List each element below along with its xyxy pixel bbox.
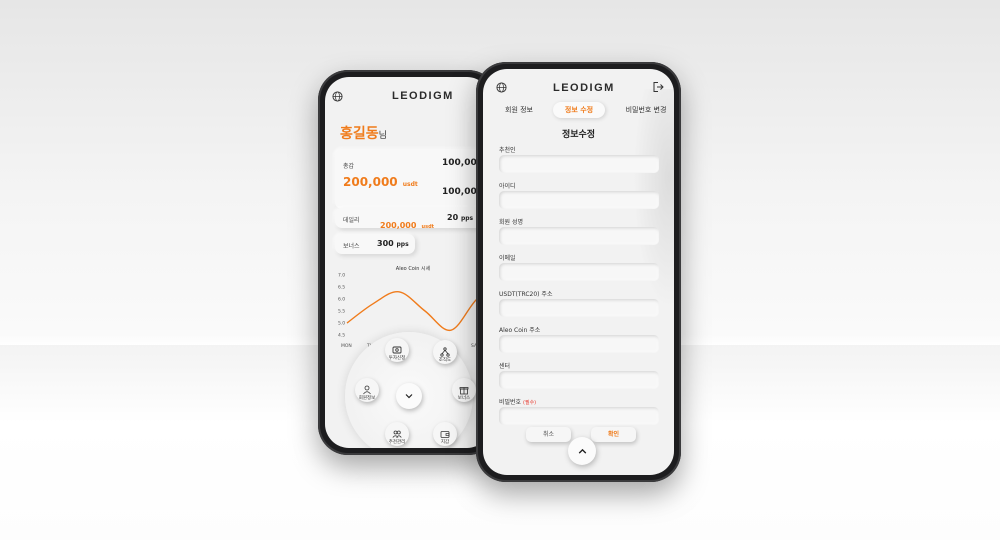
bonus-value-line: 300 pps bbox=[377, 239, 409, 248]
field-label-password: 비밀번호 (필수) bbox=[499, 397, 536, 406]
daily-pps-line: 20 pps bbox=[447, 213, 473, 222]
total-balance-card: 총갑 200,000 usdt 투자 100,000 u 100,000 u bbox=[335, 149, 491, 209]
daily-card: 데일리 200,000 usdt 20 pps bbox=[335, 208, 491, 230]
menu-org-label: 조직도 bbox=[438, 358, 452, 363]
required-badge: (필수) bbox=[523, 400, 537, 406]
chevron-down-icon bbox=[405, 394, 413, 399]
daily-pps-unit: pps bbox=[460, 215, 474, 222]
daily-pps: 20 bbox=[447, 213, 459, 222]
dashboard-phone: LEODIGM 홍길동님 총갑 200,000 usdt 투자 100,000 … bbox=[318, 70, 498, 455]
email-input[interactable] bbox=[499, 263, 659, 281]
chart-title: Aleo Coin 시세 bbox=[396, 265, 431, 272]
org-chart-icon bbox=[440, 347, 450, 357]
user-icon bbox=[363, 385, 371, 395]
x-tick-label: MON bbox=[341, 343, 352, 349]
y-tick-label: 5.5 bbox=[338, 309, 345, 315]
field-label-center: 센터 bbox=[499, 363, 511, 370]
bonus-value: 300 bbox=[377, 239, 394, 248]
daily-value-line: 200,000 usdt bbox=[380, 213, 434, 232]
price-series-line bbox=[346, 288, 491, 331]
field-label-usdt: USDT(TRC20) 주소 bbox=[499, 291, 553, 298]
usdt-address-input[interactable] bbox=[499, 299, 659, 317]
menu-member-label: 회원정보 bbox=[358, 396, 376, 401]
dashboard-screen: LEODIGM 홍길동님 총갑 200,000 usdt 투자 100,000 … bbox=[325, 77, 491, 448]
profile-screen: LEODIGM 회원 정보 정보 수정 비밀번호 변경 정보수정 추천인 아이디… bbox=[483, 69, 674, 475]
radial-menu: 투자신청 조직도 회원정보 보너스 추천관리 지갑 bbox=[345, 332, 476, 448]
globe-icon[interactable] bbox=[496, 82, 507, 93]
bonus-unit: pps bbox=[396, 241, 409, 248]
invest-icon bbox=[392, 346, 402, 354]
id-input[interactable] bbox=[499, 191, 659, 209]
logout-icon[interactable] bbox=[652, 81, 664, 93]
daily-value: 200,000 bbox=[380, 221, 417, 230]
confirm-button[interactable]: 확인 bbox=[591, 427, 636, 442]
honorific: 님 bbox=[378, 131, 387, 141]
field-label-name: 회원 성명 bbox=[499, 219, 523, 226]
menu-bonus-label: 보너스 bbox=[457, 396, 471, 401]
tab-edit-info[interactable]: 정보 수정 bbox=[553, 102, 605, 118]
user-name: 홍길동 bbox=[340, 126, 379, 142]
gift-icon bbox=[459, 387, 469, 395]
total-value-line: 200,000 usdt bbox=[343, 171, 418, 190]
password-label: 비밀번호 bbox=[499, 399, 522, 406]
profile-tabs: 회원 정보 정보 수정 비밀번호 변경 bbox=[493, 102, 673, 118]
app-logo: LEODIGM bbox=[553, 82, 615, 94]
field-label-id: 아이디 bbox=[499, 183, 516, 190]
menu-toggle-button[interactable] bbox=[396, 383, 422, 409]
bonus-card: 보너스 300 pps bbox=[335, 234, 415, 254]
y-tick-label: 6.5 bbox=[338, 285, 345, 291]
y-tick-label: 6.0 bbox=[338, 297, 345, 303]
field-label-email: 이메일 bbox=[499, 255, 516, 262]
aleo-address-input[interactable] bbox=[499, 335, 659, 353]
daily-unit: usdt bbox=[421, 224, 435, 230]
app-logo: LEODIGM bbox=[392, 90, 454, 102]
page-title: 정보수정 bbox=[561, 130, 596, 140]
daily-label: 데일리 bbox=[343, 217, 360, 224]
field-label-referrer: 추천인 bbox=[499, 147, 516, 154]
password-input[interactable] bbox=[499, 407, 659, 425]
menu-wallet-label: 지갑 bbox=[440, 440, 450, 445]
globe-icon[interactable] bbox=[332, 91, 343, 102]
menu-referral-label: 추천관리 bbox=[388, 440, 406, 445]
y-tick-label: 5.0 bbox=[338, 321, 345, 327]
tab-member-info[interactable]: 회원 정보 bbox=[493, 102, 545, 118]
y-tick-label: 4.5 bbox=[338, 333, 345, 339]
y-tick-label: 7.0 bbox=[338, 273, 345, 279]
field-label-aleo: Aleo Coin 주소 bbox=[499, 327, 541, 334]
total-unit: usdt bbox=[402, 181, 418, 188]
referrer-input[interactable] bbox=[499, 155, 659, 173]
name-input[interactable] bbox=[499, 227, 659, 245]
scroll-top-button[interactable] bbox=[568, 437, 596, 465]
profile-phone: LEODIGM 회원 정보 정보 수정 비밀번호 변경 정보수정 추천인 아이디… bbox=[476, 62, 681, 482]
total-value: 200,000 bbox=[343, 175, 398, 189]
users-icon bbox=[392, 430, 402, 438]
total-label: 총갑 bbox=[343, 163, 355, 170]
wallet-icon bbox=[440, 431, 450, 438]
bonus-label: 보너스 bbox=[343, 243, 360, 250]
greeting: 홍길동님 bbox=[340, 123, 387, 143]
tab-change-password[interactable]: 비밀번호 변경 bbox=[611, 102, 674, 118]
chevron-up-icon bbox=[578, 448, 586, 454]
menu-invest-label: 투자신청 bbox=[388, 356, 406, 361]
cancel-button[interactable]: 취소 bbox=[526, 427, 571, 442]
center-input[interactable] bbox=[499, 371, 659, 389]
